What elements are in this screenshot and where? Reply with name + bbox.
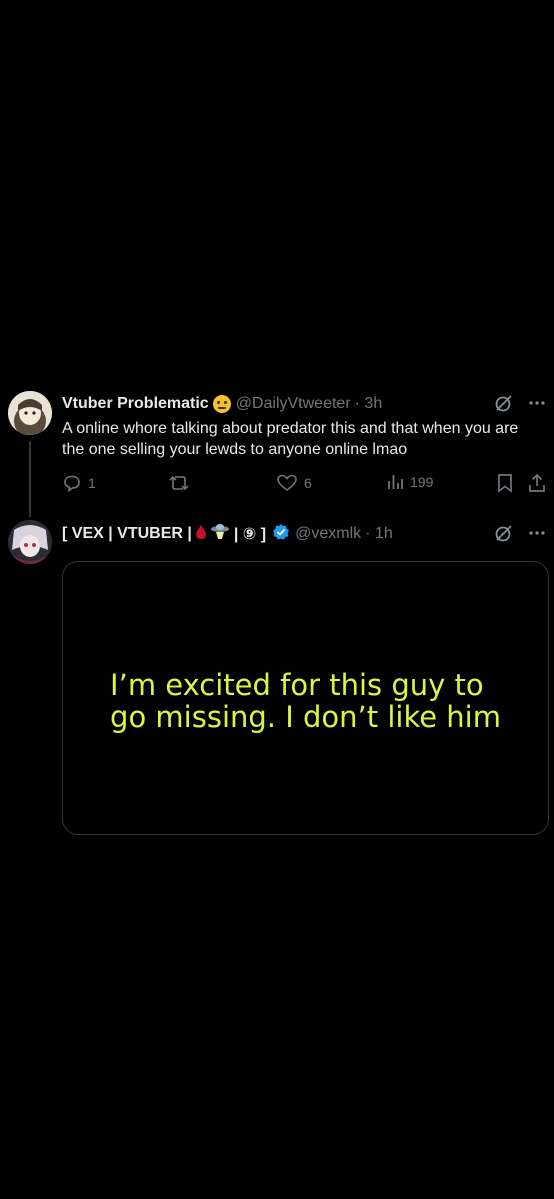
like-count: 6 — [304, 475, 312, 491]
view-count: 199 — [410, 474, 434, 490]
media-caption-line: I’m excited for this guy to — [110, 668, 484, 702]
tweet-top-icons — [494, 393, 546, 413]
bookmark-icon — [498, 474, 512, 493]
share-icon — [529, 473, 545, 492]
like-button[interactable]: 6 — [276, 473, 312, 493]
views-icon — [388, 475, 403, 489]
more-icon[interactable] — [528, 524, 546, 542]
views-button[interactable]: 199 — [386, 473, 433, 491]
more-icon[interactable] — [528, 394, 546, 412]
tweet-header: Vtuber Problematic @DailyVtweeter · 3h — [62, 393, 382, 415]
retweet-icon — [169, 475, 189, 491]
heart-icon — [277, 474, 297, 491]
handle[interactable]: @DailyVtweeter — [236, 395, 351, 413]
display-name-suffix: | ⑨ ] — [233, 526, 267, 543]
reply-count: 1 — [88, 475, 96, 491]
thread-line — [29, 441, 31, 517]
tweet-top-icons — [494, 523, 546, 543]
tweet[interactable]: Vtuber Problematic @DailyVtweeter · 3h A… — [0, 385, 554, 517]
avatar[interactable] — [8, 520, 52, 564]
tweet-media[interactable]: I’m excited for this guy to go missing. … — [62, 561, 549, 835]
avatar[interactable] — [8, 391, 52, 435]
reply-button[interactable]: 1 — [62, 473, 96, 493]
handle[interactable]: @vexmlk — [295, 525, 361, 543]
grok-icon[interactable] — [494, 393, 514, 413]
grok-icon[interactable] — [494, 523, 514, 543]
tweet-actions: 1 6 199 — [62, 473, 548, 495]
reply-icon — [64, 475, 80, 493]
tweet[interactable]: [ VEX | VTUBER | | ⑨ ] @vexmlk · 1h I’m … — [0, 515, 554, 845]
bookmark-button[interactable] — [496, 473, 514, 493]
display-name[interactable]: Vtuber Problematic — [62, 395, 209, 413]
timestamp[interactable]: · 3h — [355, 395, 383, 413]
media-caption: I’m excited for this guy to go missing. … — [110, 663, 501, 733]
ufo-icon — [210, 523, 230, 546]
share-button[interactable] — [528, 473, 546, 493]
tweet-header: [ VEX | VTUBER | | ⑨ ] @vexmlk · 1h — [62, 523, 393, 545]
timestamp[interactable]: · 1h — [365, 525, 393, 543]
tweet-text: A online whore talking about predator th… — [62, 420, 519, 458]
thinking-face-emoji-icon — [212, 395, 231, 413]
blood-drop-icon — [195, 524, 207, 545]
retweet-button[interactable] — [168, 473, 190, 493]
verified-badge-icon — [272, 523, 290, 546]
display-name[interactable]: [ VEX | VTUBER | — [62, 525, 192, 543]
media-caption-line: go missing. I don’t like him — [110, 700, 501, 734]
